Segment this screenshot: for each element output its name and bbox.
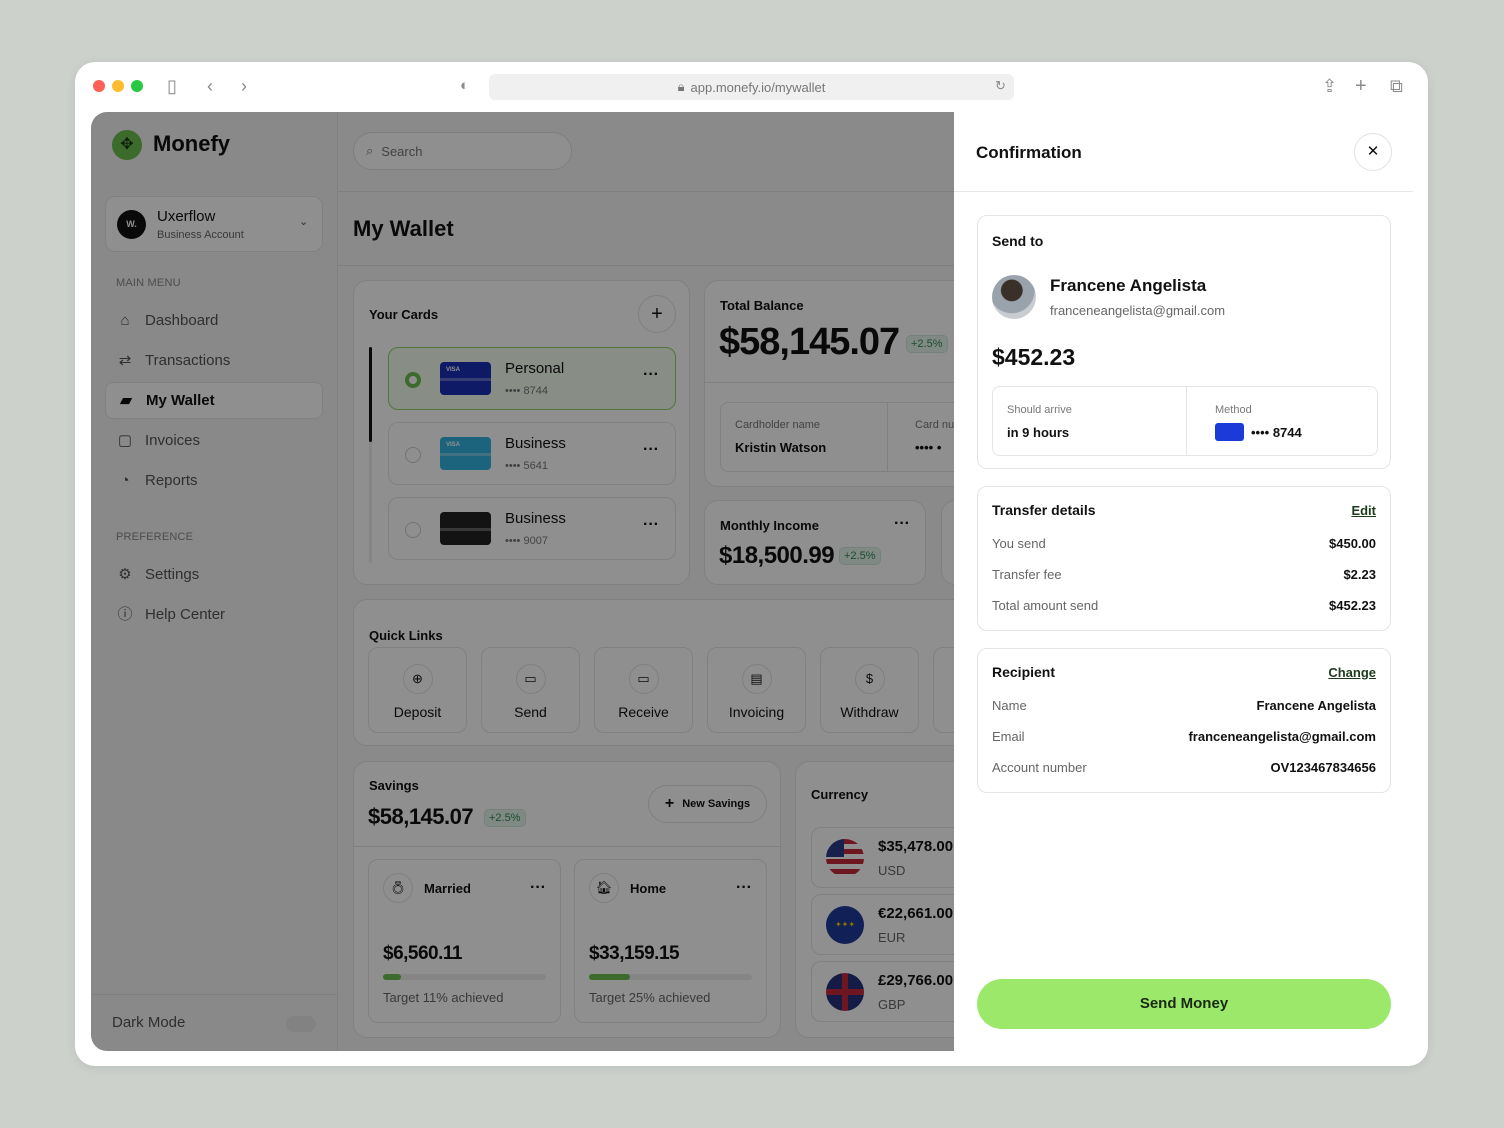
edit-link[interactable]: Edit [1351,503,1376,518]
recipient-email: franceneangelista@gmail.com [1050,303,1226,318]
app: ✥ Monefy W. Uxerflow Business Account ⌄ … [91,112,1413,1051]
method-value: •••• 8744 [1251,425,1302,440]
url-text: app.monefy.io/mywallet [690,79,826,95]
row-value: $2.23 [1343,567,1376,582]
row-label: You send [992,536,1046,551]
send-amount: $452.23 [992,344,1076,370]
change-link[interactable]: Change [1328,665,1376,680]
section-title: Transfer details [992,502,1096,518]
forward-icon[interactable]: › [241,77,247,95]
visa-card-icon [1215,423,1244,441]
row-label: Transfer fee [992,567,1062,582]
tabs-overview-icon[interactable]: ⧉ [1390,77,1403,95]
row-label: Email [992,729,1025,744]
divider [954,191,1413,192]
row-value: OV123467834656 [1270,760,1376,775]
new-tab-icon[interactable]: + [1355,76,1367,96]
arrive-value: in 9 hours [1007,425,1070,440]
detail-row: Account number OV123467834656 [992,760,1376,775]
row-label: Account number [992,760,1087,775]
share-icon[interactable]: ⇪ [1322,77,1337,95]
modal-backdrop[interactable] [91,112,954,1051]
transfer-details-card: Transfer details Edit You send $450.00 Tra… [977,486,1391,631]
row-value: $450.00 [1329,536,1376,551]
minimize-window-button[interactable] [112,80,124,92]
row-value: franceneangelista@gmail.com [1188,729,1376,744]
row-value: $452.23 [1329,598,1376,613]
section-title: Recipient [992,664,1056,680]
close-icon: ✕ [1366,143,1380,160]
row-label: Name [992,698,1027,713]
detail-row: Transfer fee $2.23 [992,567,1376,582]
drawer-title: Confirmation [976,143,1082,162]
lock-icon: 🔒︎ [677,79,685,94]
address-bar[interactable]: 🔒︎ app.monefy.io/mywallet [489,74,1014,100]
send-to-card: Send to Francene Angelista franceneangel… [977,215,1391,469]
reload-icon[interactable]: ↻ [995,77,1006,95]
detail-row: You send $450.00 [992,536,1376,551]
method-label: Method [1215,404,1252,416]
recipient-card: Recipient Change Name Francene Angelista E… [977,648,1391,793]
close-window-button[interactable] [93,80,105,92]
maximize-window-button[interactable] [131,80,143,92]
delivery-info: Should arrive in 9 hours Method •••• 874… [992,386,1378,456]
row-label: Total amount send [992,598,1099,613]
detail-row: Total amount send $452.23 [992,598,1376,613]
recipient-avatar [992,275,1036,319]
detail-row: Email franceneangelista@gmail.com [992,729,1376,744]
send-money-button[interactable]: Send Money [977,979,1391,1029]
back-icon[interactable]: ‹ [207,77,213,95]
recipient-name: Francene Angelista [1050,276,1207,295]
section-title: Send to [992,233,1044,249]
arrive-label: Should arrive [1007,404,1072,416]
detail-row: Name Francene Angelista [992,698,1376,713]
shield-icon: ◐ [460,77,470,94]
close-button[interactable]: ✕ [1354,133,1392,171]
row-value: Francene Angelista [1256,698,1376,713]
confirmation-drawer: Confirmation ✕ Send to Francene Angelist… [954,112,1413,1051]
sidebar-toggle-icon[interactable]: ▯ [167,77,177,95]
